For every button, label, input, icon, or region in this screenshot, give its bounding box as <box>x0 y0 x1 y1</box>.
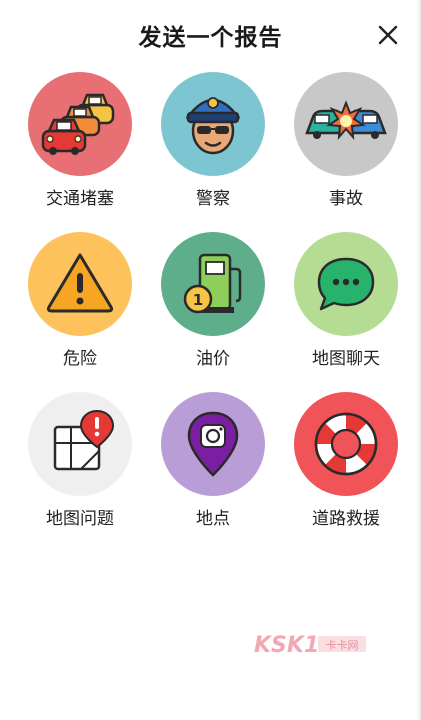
map-chat-icon <box>317 257 375 311</box>
report-map-issue-circle <box>28 392 132 496</box>
report-label: 道路救援 <box>312 509 380 529</box>
report-label: 交通堵塞 <box>46 189 114 209</box>
report-traffic-jam-circle <box>28 72 132 176</box>
report-place[interactable]: 地点 <box>143 392 283 529</box>
svg-text:1: 1 <box>193 291 203 309</box>
report-label: 事故 <box>329 189 363 209</box>
report-map-chat[interactable]: 地图聊天 <box>276 232 416 369</box>
report-map-chat-circle <box>294 232 398 336</box>
report-gas-price-circle: 1 <box>161 232 265 336</box>
police-icon <box>185 97 241 155</box>
accident-icon <box>305 100 387 140</box>
place-icon <box>187 411 239 477</box>
report-roadside-help-circle <box>294 392 398 496</box>
header: 发送一个报告 <box>0 0 421 70</box>
map-issue-icon <box>53 409 115 471</box>
close-icon[interactable] <box>377 24 399 46</box>
report-label: 地图聊天 <box>312 349 380 369</box>
report-label: 地图问题 <box>46 509 114 529</box>
report-hazard[interactable]: 危险 <box>10 232 150 369</box>
report-gas-price[interactable]: 1 油价 <box>143 232 283 369</box>
page-title: 发送一个报告 <box>138 25 283 51</box>
traffic-jam-icon <box>41 93 115 155</box>
report-accident[interactable]: 事故 <box>276 72 416 209</box>
report-label: 警察 <box>196 189 230 209</box>
right-edge-shadow <box>417 0 421 720</box>
report-police-circle <box>161 72 265 176</box>
report-accident-circle <box>294 72 398 176</box>
gas-price-icon: 1 <box>183 253 242 314</box>
watermark-logo: KSK1 卡卡网 <box>252 630 372 658</box>
watermark-logo-graphic: KSK1 卡卡网 <box>254 633 366 658</box>
report-traffic-jam[interactable]: 交通堵塞 <box>10 72 150 209</box>
report-label: 油价 <box>196 349 230 369</box>
report-map-issue[interactable]: 地图问题 <box>10 392 150 529</box>
roadside-help-icon <box>314 412 378 476</box>
report-police[interactable]: 警察 <box>143 72 283 209</box>
report-label: 危险 <box>63 349 97 369</box>
hazard-icon <box>46 253 114 313</box>
report-hazard-circle <box>28 232 132 336</box>
watermark-text: KSK1 <box>254 633 319 658</box>
report-place-circle <box>161 392 265 496</box>
report-roadside-help[interactable]: 道路救援 <box>276 392 416 529</box>
report-label: 地点 <box>196 509 230 529</box>
watermark-subtext: 卡卡网 <box>326 639 359 652</box>
